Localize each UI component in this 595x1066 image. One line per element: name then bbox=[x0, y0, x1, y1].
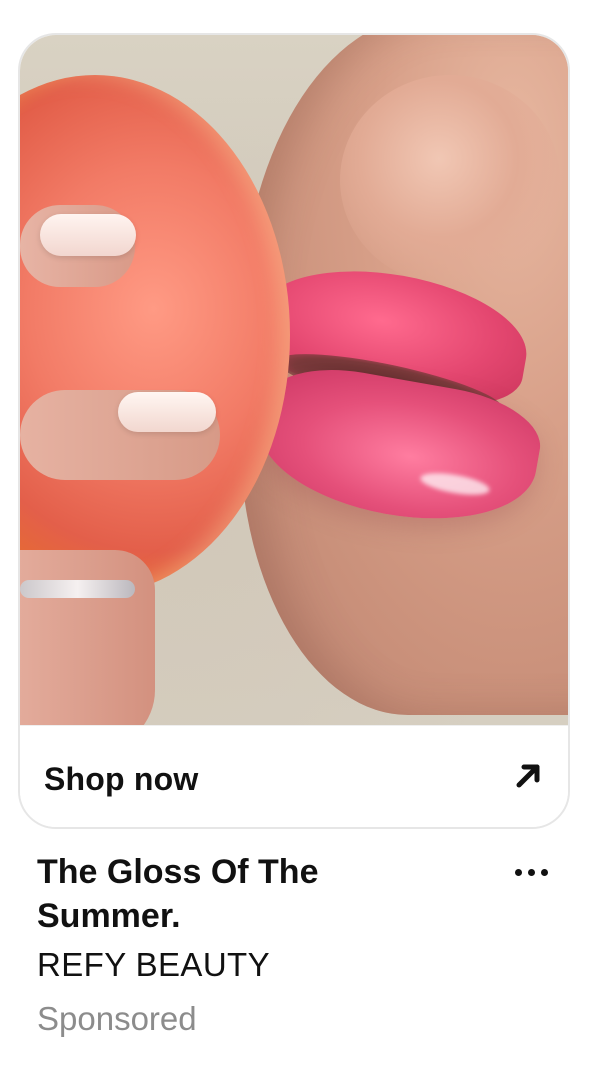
arrow-up-right-icon-svg bbox=[516, 764, 540, 788]
arrow-up-right-icon bbox=[506, 754, 550, 798]
shop-now-label: Shop now bbox=[44, 761, 199, 797]
nose-highlight bbox=[340, 75, 560, 285]
more-dot-1 bbox=[514, 868, 522, 876]
pin-details: The Gloss Of The Summer. REFY BEAUTY Spo… bbox=[37, 850, 557, 1042]
pin-brand[interactable]: REFY BEAUTY bbox=[37, 942, 557, 988]
nail-middle bbox=[118, 392, 216, 432]
nail-top bbox=[40, 214, 136, 256]
more-options-icon[interactable] bbox=[509, 860, 553, 884]
more-dot-3 bbox=[540, 868, 548, 876]
pin-image[interactable] bbox=[20, 35, 568, 725]
pin-card[interactable]: Shop now bbox=[18, 33, 570, 829]
sponsored-label: Sponsored bbox=[37, 1000, 197, 1037]
pin-title[interactable]: The Gloss Of The Summer. bbox=[37, 850, 457, 938]
ring bbox=[20, 580, 135, 598]
shop-now-button[interactable]: Shop now bbox=[20, 725, 568, 827]
hand-thumb bbox=[20, 550, 155, 725]
more-dot-2 bbox=[527, 868, 535, 876]
